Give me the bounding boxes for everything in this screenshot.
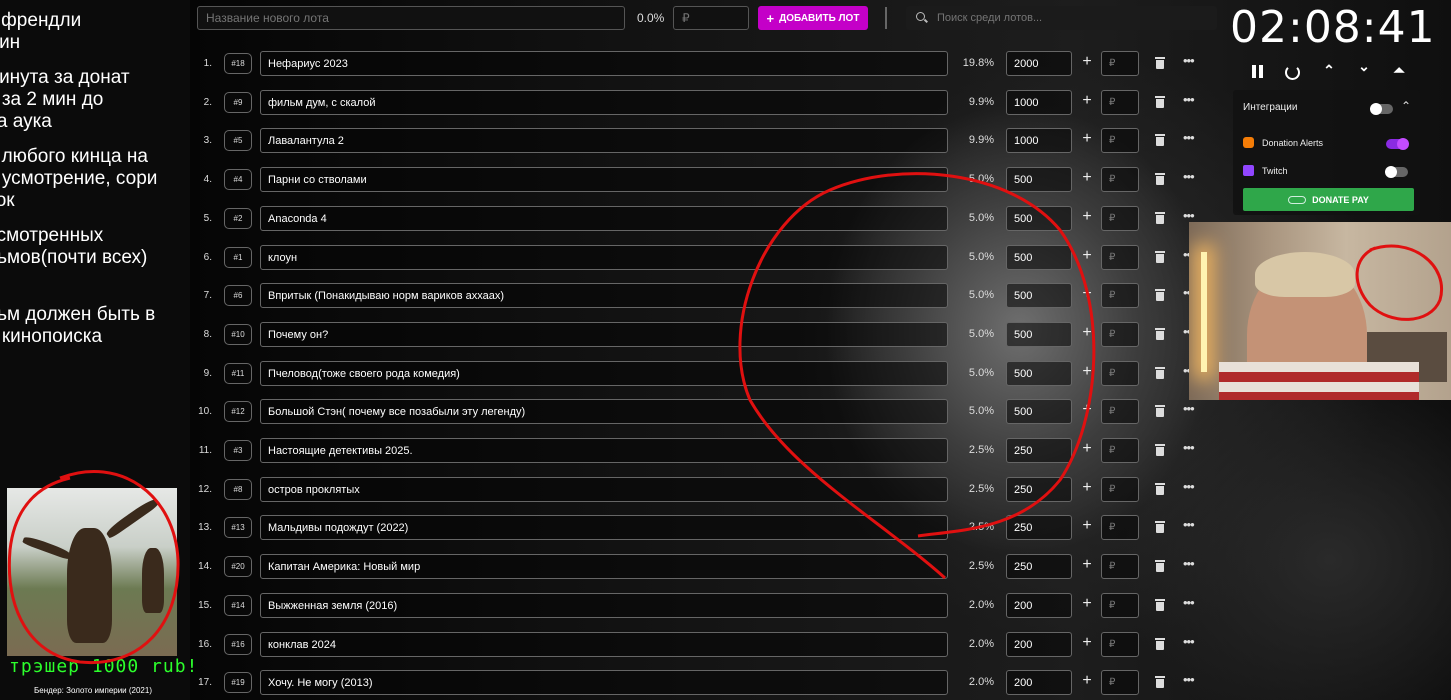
red-circle-annotation (738, 172, 1096, 580)
red-circle-annotation (7, 469, 180, 665)
red-annotation-overlay (7, 172, 1443, 665)
red-circle-annotation (1355, 244, 1443, 321)
